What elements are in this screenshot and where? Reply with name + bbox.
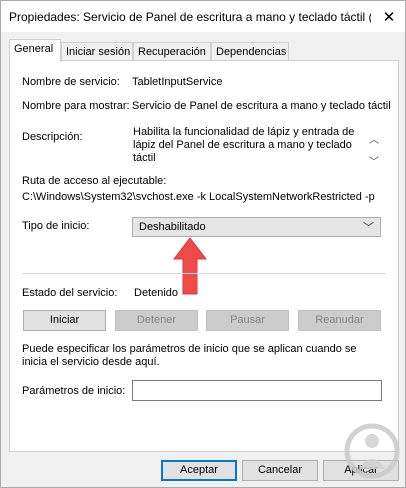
tab-iniciar-sesion[interactable]: Iniciar sesión xyxy=(61,42,133,62)
service-name-label: Nombre de servicio: xyxy=(22,76,120,88)
service-status-label: Estado del servicio: xyxy=(22,287,118,299)
service-status-value: Detenido xyxy=(134,287,179,299)
chevron-down-icon: ﹀ xyxy=(363,222,374,234)
executable-path-value: C:\Windows\System32\svchost.exe -k Local… xyxy=(22,191,375,203)
description-label: Descripción: xyxy=(22,131,83,143)
cancel-button[interactable]: Cancelar xyxy=(242,460,318,481)
window-title: Propiedades: Servicio de Panel de escrit… xyxy=(9,10,371,24)
startup-type-value: Deshabilitado xyxy=(139,221,206,233)
start-params-label: Parámetros de inicio: xyxy=(22,385,126,397)
divider xyxy=(22,273,386,274)
tab-strip: General Iniciar sesión Recuperación Depe… xyxy=(9,39,399,62)
start-button[interactable]: Iniciar xyxy=(23,310,106,331)
tab-general[interactable]: General xyxy=(9,39,61,62)
general-tab-panel: Nombre de servicio: TabletInputService N… xyxy=(9,60,399,452)
stop-button[interactable]: Detener xyxy=(115,310,198,331)
display-name-label: Nombre para mostrar: xyxy=(22,100,130,112)
title-bar: Propiedades: Servicio de Panel de escrit… xyxy=(1,1,405,32)
startup-type-dropdown[interactable]: Deshabilitado ﹀ xyxy=(132,217,381,237)
ok-button[interactable]: Aceptar xyxy=(161,460,237,481)
startup-type-label: Tipo de inicio: xyxy=(22,220,90,232)
close-icon[interactable]: ✕ xyxy=(375,5,403,29)
display-name-value: Servicio de Panel de escritura a mano y … xyxy=(132,100,391,112)
resume-button[interactable]: Reanudar xyxy=(298,310,381,331)
description-box[interactable]: Habilita la funcionalidad de lápiz y ent… xyxy=(132,125,381,169)
watermark-logo-icon xyxy=(344,423,400,479)
service-name-value: TabletInputService xyxy=(132,76,223,88)
executable-path-label: Ruta de acceso al ejecutable: xyxy=(22,175,167,187)
service-properties-dialog: Propiedades: Servicio de Panel de escrit… xyxy=(0,0,406,488)
tab-dependencias[interactable]: Dependencias xyxy=(211,42,289,62)
start-params-hint: Puede especificar los parámetros de inic… xyxy=(22,343,357,368)
tab-recuperacion[interactable]: Recuperación xyxy=(133,42,211,62)
start-params-input[interactable] xyxy=(132,380,382,401)
pause-button[interactable]: Pausar xyxy=(206,310,289,331)
description-text: Habilita la funcionalidad de lápiz y ent… xyxy=(133,126,355,164)
scroll-down-icon[interactable]: ﹀ xyxy=(369,153,379,168)
arrow-up-icon xyxy=(173,237,207,295)
scroll-up-icon[interactable]: ︿ xyxy=(369,131,379,146)
